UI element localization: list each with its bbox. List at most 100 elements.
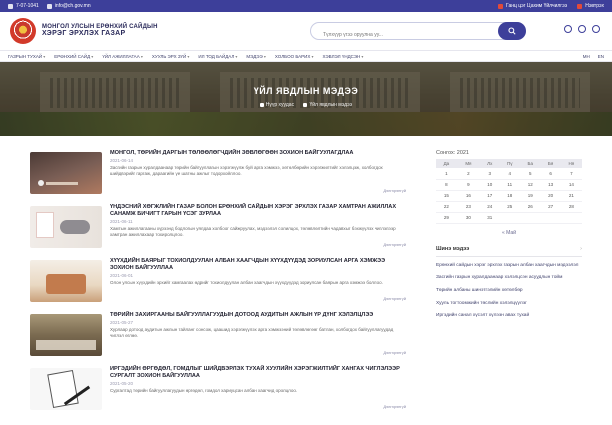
phone-contact[interactable]: 7-07-1041	[8, 3, 39, 9]
sidebar-link[interactable]: Иргэдийн санал хүсэлт хүлээн авах тухай	[436, 313, 582, 320]
e-service-link[interactable]: Ганц цэг Цахим Үйлчилгээ	[498, 3, 567, 9]
calendar-day[interactable]: 5	[520, 168, 541, 180]
news-thumbnail[interactable]	[30, 206, 102, 248]
calendar-day[interactable]: 23	[456, 201, 480, 213]
news-title[interactable]: МОНГОЛ, ТӨРИЙН ДАРГЫН ТӨЛӨӨЛӨГЧДИЙН ЗӨВЛ…	[110, 150, 408, 157]
calendar-day[interactable]: 19	[520, 190, 541, 202]
sitemap-icon[interactable]	[578, 25, 586, 33]
brand-name[interactable]: МОНГОЛ УЛСЫН ЕРӨНХИЙ САЙДЫН ХЭРЭГ ЭРХЛЭХ…	[42, 24, 158, 38]
calendar-day[interactable]: 14	[560, 179, 582, 191]
calendar-day[interactable]: 9	[456, 179, 480, 191]
read-more-link[interactable]: Дэлгэрэнгүй	[383, 404, 406, 409]
nav-item-transparency[interactable]: ИЛ ТОД БАЙДАЛ	[198, 54, 237, 59]
read-more-link[interactable]: Дэлгэрэнгүй	[383, 188, 406, 193]
calendar-day[interactable]: 20	[540, 190, 561, 202]
news-title[interactable]: ИРГЭДИЙН ӨРГӨДӨЛ, ГОМДЛЫГ ШИЙДВЭРЛЭХ ТУХ…	[110, 366, 408, 380]
calendar-day[interactable]: 30	[456, 212, 480, 224]
calendar-day[interactable]: 7	[560, 168, 582, 180]
emblem-logo[interactable]	[10, 18, 36, 44]
calendar-day[interactable]: 22	[436, 201, 457, 213]
weekday-header: Пү	[499, 159, 521, 168]
nav-item-legal[interactable]: ХУУЛЬ ЭРХ ЗҮЙ	[152, 54, 190, 59]
calendar-day[interactable]: 6	[540, 168, 561, 180]
search-input[interactable]	[311, 27, 491, 43]
mail-icon	[46, 3, 52, 9]
calendar-week: 29 30 31	[436, 212, 582, 224]
weekday-header: Мя	[456, 159, 480, 168]
news-excerpt: Хурлаар дотоод аудитын ажлын тайланг сон…	[110, 326, 394, 339]
lang-mn[interactable]: МН	[583, 54, 590, 59]
nav-item-prime-minister[interactable]: ЕРӨНХИЙ САЙД	[54, 54, 93, 59]
nav-item-about[interactable]: ГАЗРЫН ТУХАЙ	[8, 54, 45, 59]
weekday-header: Ба	[520, 159, 541, 168]
sidebar-link[interactable]: Засгийн газрын хуралдаанаар хэлэлцсэн ас…	[436, 275, 582, 282]
site-header: МОНГОЛ УЛСЫН ЕРӨНХИЙ САЙДЫН ХЭРЭГ ЭРХЛЭХ…	[0, 12, 612, 50]
document-page	[36, 212, 54, 238]
news-title[interactable]: ХҮҮХДИЙН БАЯРЫГ ТОХИОЛДУУЛАН АЛБАН ХААГЧ…	[110, 258, 408, 272]
news-item: ҮНДЭСНИЙ ХӨГЖЛИЙН ГАЗАР БОЛОН ЕРӨНХИЙ СА…	[30, 204, 408, 256]
calendar-day[interactable]: 28	[560, 201, 582, 213]
calendar-day[interactable]: 26	[520, 201, 541, 213]
calendar-day[interactable]: 18	[499, 190, 521, 202]
calendar-day[interactable]: 2	[456, 168, 480, 180]
service-icon	[498, 3, 504, 9]
calendar-day[interactable]: 27	[540, 201, 561, 213]
calendar-day[interactable]: 17	[480, 190, 500, 202]
sidebar-link[interactable]: Төрийн албаны шинэтгэлийн хөтөлбөр	[436, 288, 582, 295]
nav-item-activities[interactable]: ҮЙЛ АЖИЛЛАГАА	[102, 54, 143, 59]
header-icons	[558, 25, 600, 33]
calendar-day[interactable]: 13	[540, 179, 561, 191]
news-thumbnail[interactable]	[30, 152, 102, 194]
calendar-day[interactable]: 12	[520, 179, 541, 191]
page-hero-banner: ҮЙЛ ЯВДЛЫН МЭДЭЭ Нүүр хуудас Үйл явдлын …	[0, 62, 612, 136]
accessibility-icon[interactable]	[564, 25, 572, 33]
menu-icon[interactable]	[592, 25, 600, 33]
email-contact[interactable]: info@ch.gov.mn	[46, 3, 91, 9]
nav-item-publications[interactable]: ХЭВЛЭЛ ҮНДСЭН	[323, 54, 364, 59]
calendar-day[interactable]	[540, 212, 561, 224]
calendar-day[interactable]: 29	[436, 212, 457, 224]
calendar-day[interactable]: 4	[499, 168, 521, 180]
sidebar-section-title[interactable]: Шинэ мэдээ ›	[436, 246, 582, 257]
nav-item-news[interactable]: МЭДЭЭ	[246, 54, 265, 59]
calendar-day[interactable]: 15	[436, 190, 457, 202]
calendar-day[interactable]: 31	[480, 212, 500, 224]
news-title[interactable]: ТӨРИЙН ЗАХИРГААНЫ БАЙГУУЛЛАГУУДЫН ДОТООД…	[110, 312, 408, 319]
breadcrumb: Нүүр хуудас Үйл явдлын мэдээ	[0, 102, 612, 108]
news-thumbnail[interactable]	[30, 260, 102, 302]
news-thumbnail[interactable]	[30, 368, 102, 410]
play-icon	[38, 180, 44, 186]
calendar-prev-month[interactable]: « Май	[436, 230, 582, 236]
login-link[interactable]: Нэвтрэх	[577, 3, 604, 9]
calendar-day[interactable]: 11	[499, 179, 521, 191]
breadcrumb-home[interactable]: Нүүр хуудас	[259, 102, 294, 108]
sidebar-link[interactable]: Ерөнхий сайдын хэрэг эрхлэх газрын албан…	[436, 263, 582, 270]
news-date: 2021-05-27	[110, 319, 134, 325]
calendar-day[interactable]: 21	[560, 190, 582, 202]
language-switch: МН EN	[575, 54, 604, 59]
lang-en[interactable]: EN	[598, 54, 604, 59]
calendar-title[interactable]: Сонгох: 2021	[436, 150, 582, 156]
read-more-link[interactable]: Дэлгэрэнгүй	[383, 350, 406, 355]
nav-item-contact[interactable]: ХОЛБОО БАРИХ	[275, 54, 314, 59]
calendar-day[interactable]: 25	[499, 201, 521, 213]
calendar-day[interactable]	[499, 212, 521, 224]
sidebar-link[interactable]: Хууль тогтоомжийн төслийн хэлэлцүүлэг	[436, 301, 582, 308]
calendar-day[interactable]: 10	[480, 179, 500, 191]
calendar-day[interactable]: 3	[480, 168, 500, 180]
calendar-day[interactable]: 8	[436, 179, 457, 191]
search-button[interactable]	[498, 22, 526, 40]
calendar-day[interactable]: 16	[456, 190, 480, 202]
read-more-link[interactable]: Дэлгэрэнгүй	[383, 242, 406, 247]
email-text: info@ch.gov.mn	[54, 3, 91, 9]
news-title[interactable]: ҮНДЭСНИЙ ХӨГЖЛИЙН ГАЗАР БОЛОН ЕРӨНХИЙ СА…	[110, 204, 408, 218]
search-icon	[508, 27, 516, 35]
news-thumbnail[interactable]	[30, 314, 102, 356]
calendar-day[interactable]	[520, 212, 541, 224]
calendar-day[interactable]: 1	[436, 168, 457, 180]
calendar-day[interactable]	[560, 212, 582, 224]
read-more-link[interactable]: Дэлгэрэнгүй	[383, 296, 406, 301]
news-excerpt: Засгийн газрын хуралдаанаар төрийн байгу…	[110, 164, 383, 177]
calendar-day[interactable]: 24	[480, 201, 500, 213]
top-bar: 7-07-1041 info@ch.gov.mn Ганц цэг Цахим …	[0, 0, 612, 12]
